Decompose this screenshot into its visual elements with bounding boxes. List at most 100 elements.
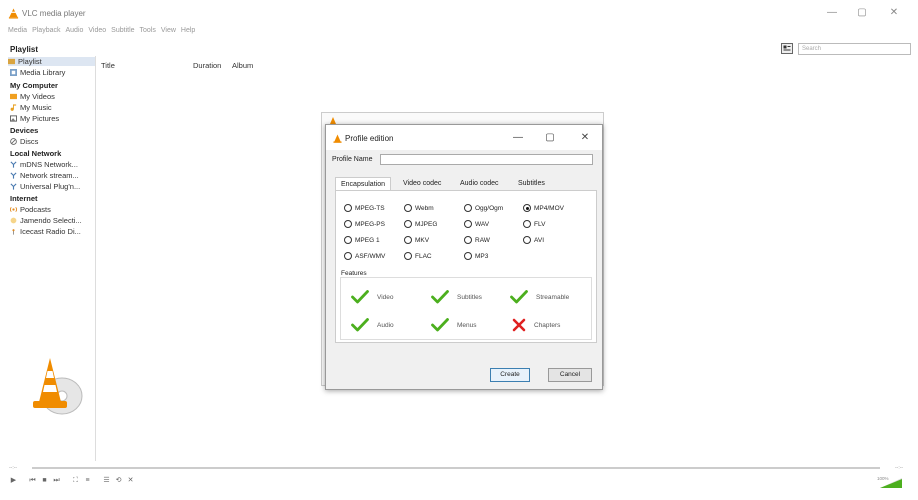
previous-icon[interactable]: ⏮ — [28, 477, 37, 485]
menu-media[interactable]: Media — [8, 27, 27, 38]
sidebar-item-label: mDNS Network... — [20, 160, 78, 169]
sidebar-item-label: Media Library — [20, 68, 66, 77]
tab-subtitles[interactable]: Subtitles — [513, 177, 550, 190]
option-mpeg-ps[interactable]: MPEG-PS — [344, 220, 385, 228]
picture-icon — [10, 115, 17, 122]
stop-icon[interactable]: ■ — [40, 477, 49, 485]
sidebar-item-podcasts[interactable]: Podcasts — [10, 205, 51, 214]
option-ogg-ogm[interactable]: Ogg/Ogm — [464, 204, 503, 212]
option-wav[interactable]: WAV — [464, 220, 489, 228]
feature-label: Video — [377, 293, 394, 301]
radio-button — [464, 236, 472, 244]
menu-audio[interactable]: Audio — [65, 27, 83, 38]
option-flac[interactable]: FLAC — [404, 252, 432, 260]
close-button[interactable]: ✕ — [884, 6, 904, 20]
option-avi[interactable]: AVI — [523, 236, 544, 244]
profile-name-input[interactable] — [380, 154, 593, 165]
column-header-title[interactable]: Title — [101, 61, 115, 70]
menu-video[interactable]: Video — [88, 27, 106, 38]
option-label: MPEG-PS — [355, 220, 385, 228]
radio-button — [344, 220, 352, 228]
option-flv[interactable]: FLV — [523, 220, 545, 228]
vlc-cone-artwork — [33, 358, 83, 415]
menu-view[interactable]: View — [161, 27, 176, 38]
menu-tools[interactable]: Tools — [140, 27, 156, 38]
radio-button — [523, 236, 531, 244]
sidebar-item-media-library[interactable]: Media Library — [10, 68, 65, 77]
cross-icon — [512, 318, 526, 332]
disc-icon — [10, 138, 17, 145]
menu-help[interactable]: Help — [181, 27, 195, 38]
option-mp4-mov[interactable]: MP4/MOV — [523, 204, 564, 212]
profile-name-label: Profile Name — [332, 156, 373, 163]
menu-playback[interactable]: Playback — [32, 27, 60, 38]
column-header-duration[interactable]: Duration — [193, 61, 221, 70]
option-mpeg-1[interactable]: MPEG 1 — [344, 236, 380, 244]
option-raw[interactable]: RAW — [464, 236, 490, 244]
play-icon[interactable]: ▶ — [9, 477, 18, 485]
playlist-view-icon[interactable] — [781, 43, 793, 54]
option-webm[interactable]: Webm — [404, 204, 434, 212]
menu-bar: Media Playback Audio Video Subtitle Tool… — [8, 27, 195, 38]
check-icon — [351, 290, 369, 304]
sidebar: Playlist Media Library My Computer My Vi… — [8, 56, 96, 461]
sidebar-item-my-music[interactable]: My Music — [10, 103, 52, 112]
volume-slider[interactable] — [880, 478, 902, 488]
features-box: Video Subtitles Streamable Audio Menus C… — [340, 277, 592, 340]
shuffle-icon[interactable]: ✕ — [126, 477, 135, 485]
option-mpeg-ts[interactable]: MPEG-TS — [344, 204, 385, 212]
network-icon — [10, 172, 17, 179]
option-asf-wmv[interactable]: ASF/WMV — [344, 252, 385, 260]
sidebar-item-label: Discs — [20, 137, 39, 146]
radio-button — [404, 220, 412, 228]
search-input[interactable]: Search — [798, 43, 911, 55]
tab-audio-codec[interactable]: Audio codec — [455, 177, 504, 190]
create-button[interactable]: Create — [490, 368, 530, 382]
sidebar-item-label: My Videos — [20, 92, 55, 101]
sidebar-item-jamendo[interactable]: Jamendo Selecti... — [10, 216, 82, 225]
minimize-button[interactable]: — — [822, 6, 842, 20]
sidebar-item-my-pictures[interactable]: My Pictures — [10, 114, 59, 123]
column-header-album[interactable]: Album — [232, 61, 253, 70]
option-mjpeg[interactable]: MJPEG — [404, 220, 437, 228]
menu-subtitle[interactable]: Subtitle — [111, 27, 134, 38]
jamendo-icon — [10, 217, 17, 224]
sidebar-item-my-videos[interactable]: My Videos — [10, 92, 55, 101]
sidebar-item-discs[interactable]: Discs — [10, 137, 38, 146]
dialog-maximize-button[interactable]: ▢ — [542, 131, 558, 145]
tab-video-codec[interactable]: Video codec — [398, 177, 446, 190]
sidebar-item-playlist[interactable]: Playlist — [8, 57, 95, 66]
option-mkv[interactable]: MKV — [404, 236, 429, 244]
sidebar-section-my-computer: My Computer — [10, 81, 58, 90]
fullscreen-icon[interactable]: ⛶ — [71, 477, 80, 485]
time-elapsed: --:-- — [9, 465, 18, 471]
radio-icon — [12, 229, 15, 235]
option-label: MPEG-TS — [355, 204, 385, 212]
title-bar: VLC media player — ▢ ✕ — [0, 0, 918, 26]
next-icon[interactable]: ⏭ — [52, 477, 61, 485]
features-label: Features — [341, 270, 367, 277]
sidebar-item-upnp[interactable]: Universal Plug'n... — [10, 182, 80, 191]
sidebar-item-mdns[interactable]: mDNS Network... — [10, 160, 78, 169]
cancel-button[interactable]: Cancel — [548, 368, 592, 382]
playlist-toggle-icon[interactable]: ☰ — [102, 477, 111, 485]
feature-subtitles: Subtitles — [431, 290, 482, 304]
encapsulation-panel: MPEG-TS Webm Ogg/Ogm MP4/MOV MPEG-PS MJP… — [335, 190, 597, 343]
dialog-close-button[interactable]: ✕ — [577, 131, 593, 145]
seek-bar[interactable] — [32, 467, 880, 469]
radio-button — [464, 220, 472, 228]
time-total: --:-- — [895, 465, 904, 471]
radio-button — [523, 220, 531, 228]
tab-encapsulation[interactable]: Encapsulation — [335, 177, 391, 191]
radio-button-selected — [523, 204, 531, 212]
option-mp3[interactable]: MP3 — [464, 252, 488, 260]
option-label: ASF/WMV — [355, 252, 386, 260]
dialog-minimize-button[interactable]: — — [510, 131, 526, 145]
separator — [64, 477, 68, 485]
radio-button — [344, 236, 352, 244]
sidebar-item-network-streams[interactable]: Network stream... — [10, 171, 79, 180]
extended-settings-icon[interactable]: ≡ — [83, 477, 92, 485]
maximize-button[interactable]: ▢ — [852, 6, 872, 20]
sidebar-item-icecast[interactable]: Icecast Radio Di... — [10, 227, 81, 236]
loop-icon[interactable]: ⟲ — [114, 477, 123, 485]
